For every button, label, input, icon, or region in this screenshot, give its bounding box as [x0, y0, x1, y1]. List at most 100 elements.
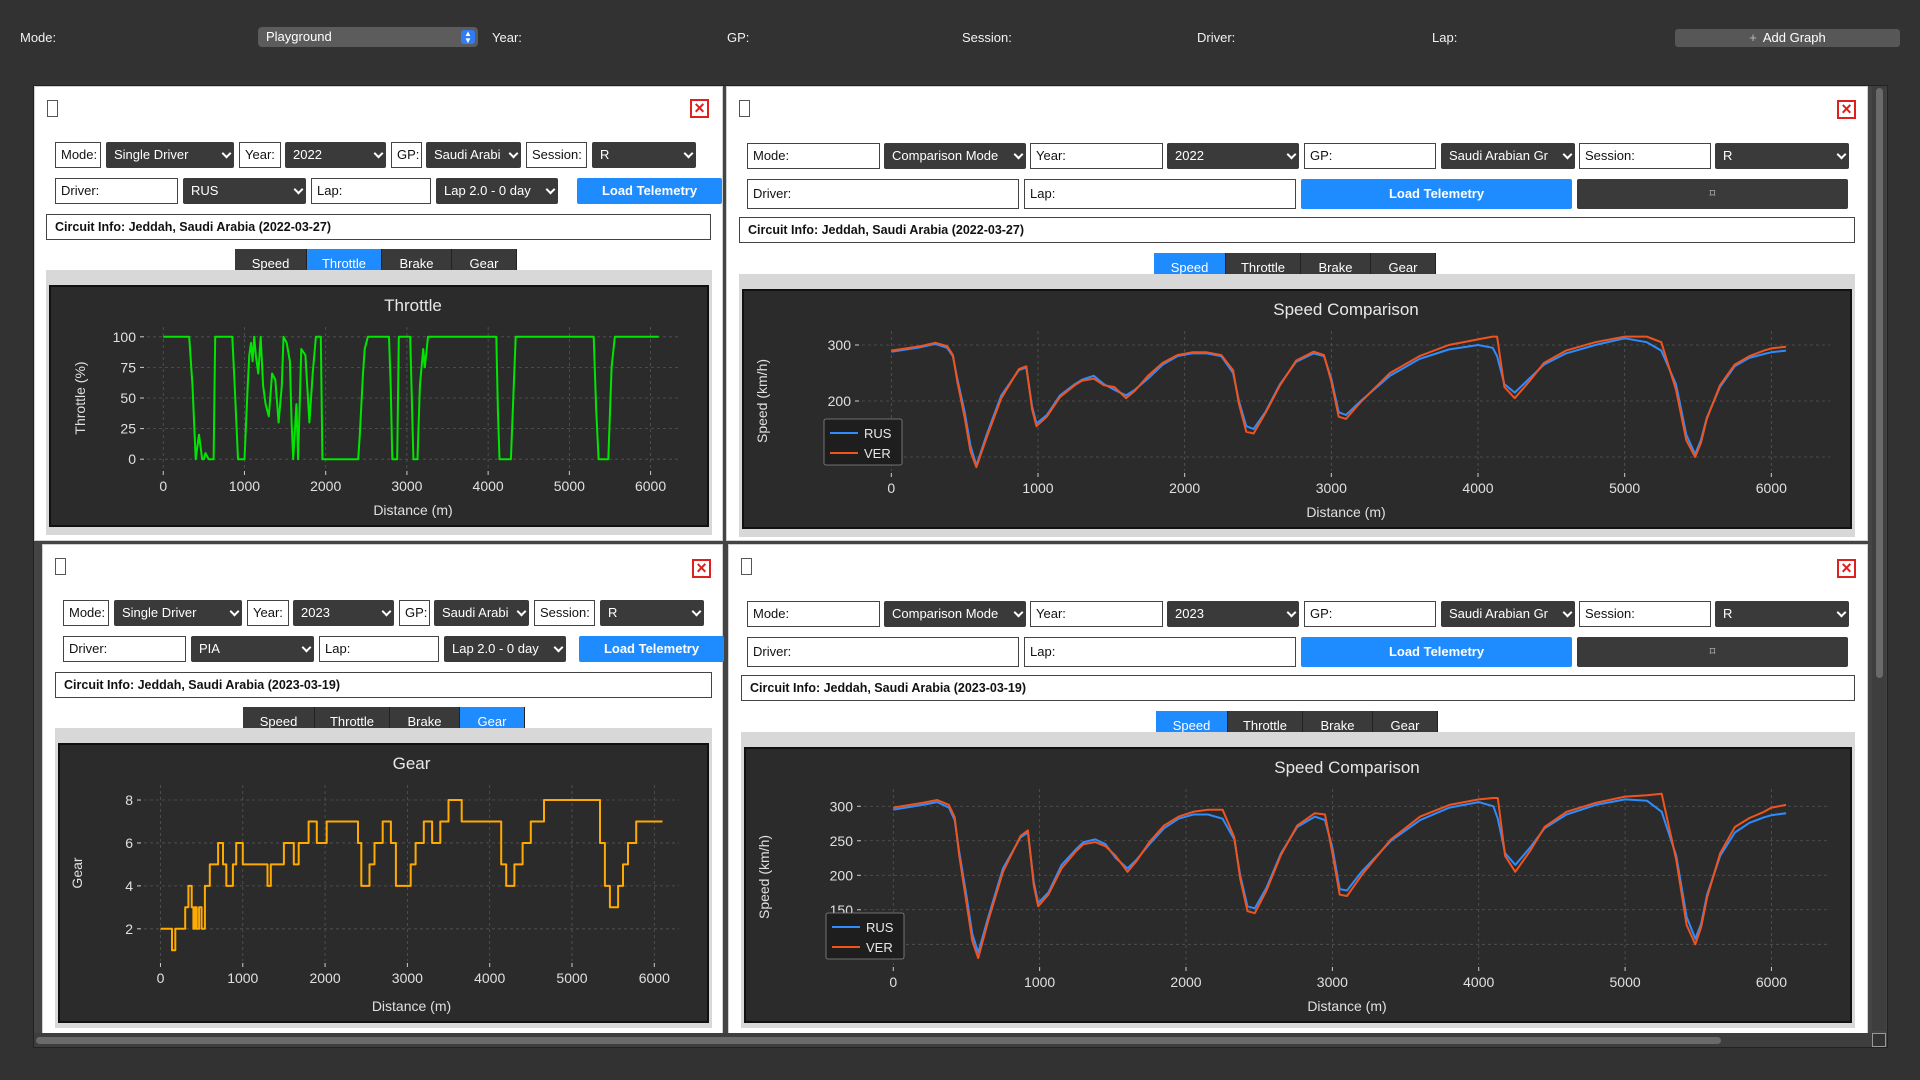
chart-frame: Gear 0 1000 2000 3000 4000 5000 6000 2 4 6 8 Distanc…: [55, 728, 712, 1028]
chart-title: Speed Comparison: [1273, 300, 1419, 319]
load-telemetry-button[interactable]: Load Telemetry: [579, 636, 724, 662]
driver-label: Driver:: [747, 179, 1019, 209]
session-dropdown-value: R: [1723, 148, 1733, 163]
mode-dropdown[interactable]: Single Driver: [114, 600, 242, 626]
gp-dropdown[interactable]: Saudi Arabi: [434, 600, 529, 626]
mode-dropdown-value: Comparison Mode: [892, 148, 999, 163]
x-tick-label: 5000: [554, 478, 585, 494]
driver-dropdown[interactable]: RUS: [183, 178, 306, 204]
y-axis-label: Throttle (%): [72, 361, 88, 434]
chevron-down-icon: [1562, 607, 1573, 618]
chevron-down-icon: [293, 184, 304, 195]
driver-label: Driver:: [55, 178, 178, 204]
chart-title: Throttle: [384, 296, 442, 315]
x-tick-label: 6000: [1756, 974, 1787, 990]
chart-title: Gear: [393, 754, 431, 773]
mode-dropdown[interactable]: Comparison Mode: [884, 601, 1026, 627]
undock-icon[interactable]: [47, 100, 58, 117]
lap-dropdown[interactable]: Lap 2.0 - 0 day: [436, 178, 558, 204]
chart-title: Speed Comparison: [1274, 758, 1420, 777]
y-tick-label: 300: [830, 798, 854, 814]
x-tick-label: 1000: [1022, 480, 1053, 496]
undock-icon[interactable]: [739, 100, 750, 117]
load-telemetry-button[interactable]: Load Telemetry: [577, 178, 722, 204]
gp-dropdown[interactable]: Saudi Arabi: [426, 142, 521, 168]
close-icon[interactable]: ×: [1837, 100, 1856, 119]
chevron-down-icon: [1013, 149, 1024, 160]
lap-dropdown[interactable]: Lap 2.0 - 0 day: [444, 636, 566, 662]
session-dropdown[interactable]: R: [592, 142, 696, 168]
session-label: Session:: [1579, 601, 1711, 627]
year-dropdown[interactable]: 2022: [1167, 143, 1299, 169]
close-icon[interactable]: ×: [1837, 559, 1856, 578]
session-dropdown[interactable]: R: [600, 600, 704, 626]
gp-dropdown[interactable]: Saudi Arabian Gr: [1441, 601, 1575, 627]
legend-label: RUS: [866, 920, 894, 935]
x-tick-label: 4000: [473, 478, 504, 494]
legend-label: VER: [866, 940, 893, 955]
load-telemetry-button[interactable]: Load Telemetry: [1301, 637, 1572, 667]
driver-label: Driver:: [63, 636, 186, 662]
close-icon[interactable]: ×: [692, 559, 711, 578]
gp-dropdown-value: Saudi Arabian Gr: [1449, 606, 1549, 621]
x-tick-label: 5000: [556, 970, 587, 986]
year-dropdown-value: 2023: [1175, 606, 1204, 621]
lap-label: Lap:: [319, 636, 439, 662]
horizontal-scrollbar-thumb[interactable]: [36, 1037, 1721, 1044]
gear-chart-svg: Gear 0 1000 2000 3000 4000 5000 6000 2 4 6 8 Distanc…: [69, 754, 679, 1014]
y-tick-label: 100: [113, 329, 137, 345]
driver-dropdown[interactable]: PIA: [191, 636, 314, 662]
year-label: Year:: [1030, 143, 1163, 169]
graph-panel-gear-2023: × Mode: Single Driver Year: 2023 GP: Sau…: [42, 544, 724, 1034]
load-telemetry-button[interactable]: Load Telemetry: [1301, 179, 1572, 209]
year-dropdown[interactable]: 2023: [1167, 601, 1299, 627]
gp-dropdown[interactable]: Saudi Arabian Gr: [1441, 143, 1575, 169]
mode-dropdown[interactable]: Comparison Mode: [884, 143, 1026, 169]
undock-icon[interactable]: [55, 558, 66, 575]
x-tick-label: 2000: [1170, 974, 1201, 990]
x-tick-label: 6000: [635, 478, 666, 494]
circuit-info: Circuit Info: Jeddah, Saudi Arabia (2023…: [741, 675, 1855, 701]
mode-label: Mode:: [20, 30, 57, 45]
mode-dropdown-value: Comparison Mode: [892, 606, 999, 621]
session-dropdown[interactable]: R: [1715, 143, 1849, 169]
y-tick-label: 0: [128, 451, 136, 467]
x-tick-label: 0: [889, 974, 897, 990]
session-dropdown-value: R: [608, 605, 618, 620]
session-dropdown-value: R: [600, 147, 610, 162]
top-toolbar: Mode: Playground ▲ ▼ Year: GP: Session: D…: [0, 0, 1920, 76]
legend-label: RUS: [864, 426, 892, 441]
driver-label: Driver:: [747, 637, 1019, 667]
chart-frame: Throttle 0 1000 2000 3000 4000 5000 6000 0 25 50 75…: [46, 270, 712, 535]
chevron-down-icon: [1562, 149, 1573, 160]
y-tick-label: 2: [125, 921, 133, 937]
add-graph-button[interactable]: + Add Graph: [1675, 29, 1900, 47]
circuit-info: Circuit Info: Jeddah, Saudi Arabia (2022…: [46, 214, 711, 240]
session-label: Session:: [1579, 143, 1711, 169]
year-label: Year:: [247, 600, 289, 626]
x-axis-label: Distance (m): [1307, 998, 1386, 1014]
driver-dropdown-value: PIA: [199, 641, 220, 656]
driver-picker-button[interactable]: ⌑: [1577, 637, 1848, 667]
year-dropdown[interactable]: 2023: [293, 600, 394, 626]
session-dropdown[interactable]: R: [1715, 601, 1849, 627]
year-dropdown-value: 2022: [293, 147, 322, 162]
lap-dropdown-value: Lap 2.0 - 0 day: [444, 183, 531, 198]
x-tick-label: 2000: [1169, 480, 1200, 496]
close-icon[interactable]: ×: [690, 99, 709, 118]
undock-icon[interactable]: [741, 558, 752, 575]
x-tick-label: 6000: [639, 970, 670, 986]
driver-picker-button[interactable]: ⌑: [1577, 179, 1848, 209]
mode-dropdown[interactable]: Single Driver: [106, 142, 234, 168]
y-axis-label: Speed (km/h): [754, 359, 770, 443]
year-dropdown[interactable]: 2022: [285, 142, 386, 168]
gp-label: GP:: [1304, 601, 1436, 627]
chart-frame: Speed Comparison 0 1000 2000 3000 4000 5000 600…: [741, 732, 1855, 1028]
chevron-down-icon: [545, 184, 556, 195]
series-line-ver: [893, 792, 1787, 960]
chevron-down-icon: [1836, 607, 1847, 618]
y-tick-label: 8: [125, 792, 133, 808]
mode-select[interactable]: Playground ▲ ▼: [258, 27, 478, 47]
speed-comparison-chart: Speed Comparison 0 1000 2000 3000 4000 5000 600…: [744, 747, 1852, 1023]
vertical-scrollbar-thumb[interactable]: [1876, 88, 1883, 678]
